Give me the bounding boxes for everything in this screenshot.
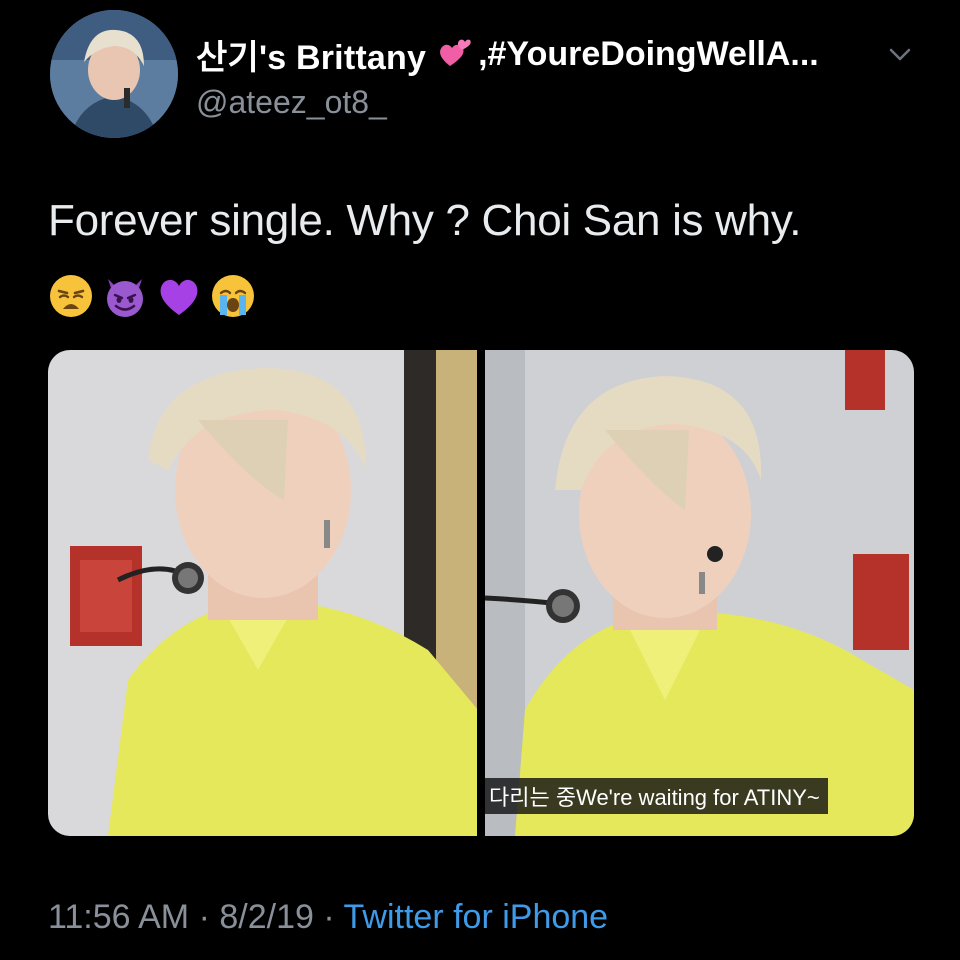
avatar[interactable] [50,10,178,138]
media-grid: 다리는 중We're waiting for ATINY~ [48,350,914,836]
emoji-row [48,268,264,324]
tweet-text: Forever single. Why ? Choi San is why. [48,196,802,245]
loudly-crying-face-icon [212,275,254,317]
subtitle-english: We're waiting for ATINY~ [576,785,820,810]
tweet-header: 산기's Brittany ,#YoureDoingWellA... @atee… [50,10,930,138]
chevron-down-icon[interactable] [888,46,912,64]
tweet-date[interactable]: 8/2/19 [219,898,314,936]
photo-right[interactable]: 다리는 중We're waiting for ATINY~ [485,350,914,836]
name-line: 산기's Brittany ,#YoureDoingWellA... [196,30,896,78]
purple-heart-icon [160,279,198,315]
display-name[interactable]: 산기's Brittany [196,30,426,78]
weary-face-icon [50,275,92,317]
smiling-imp-icon [107,279,143,317]
name-hashtag[interactable]: ,#YoureDoingWellA... [478,35,819,74]
subtitle-korean: 다리는 중 [489,785,577,810]
tweet-footer: 11:56 AM · 8/2/19 · Twitter for iPhone [48,898,608,937]
photo-left[interactable] [48,350,477,836]
tweet-time[interactable]: 11:56 AM [48,898,189,936]
tweet-source-link[interactable]: Twitter for iPhone [344,898,609,936]
user-handle[interactable]: @ateez_ot8_ [196,84,387,121]
two-hearts-icon [436,36,472,72]
separator-dot: · [323,898,335,936]
video-subtitle: 다리는 중We're waiting for ATINY~ [485,778,828,814]
separator-dot: · [198,898,210,936]
